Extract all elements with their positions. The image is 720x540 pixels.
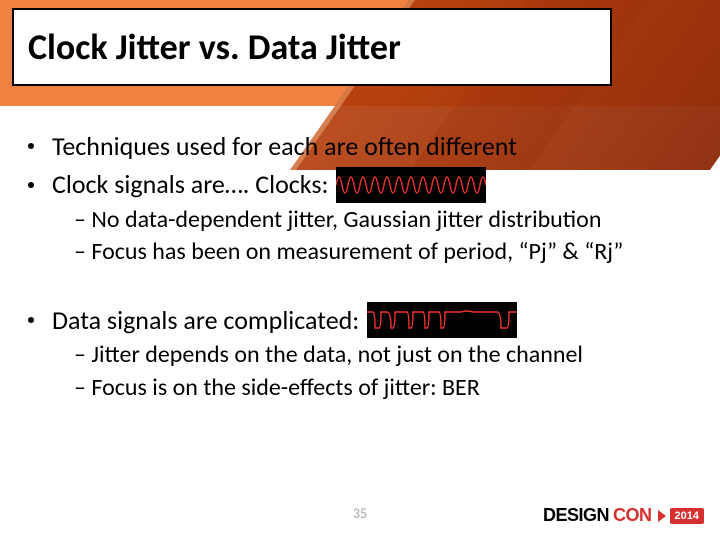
bullet-dot-icon xyxy=(28,317,34,323)
bullet-3: Data signals are complicated: xyxy=(14,302,706,338)
page-number: 35 xyxy=(353,505,367,522)
bullet-3-text: Data signals are complicated: xyxy=(52,304,359,337)
conference-logo: DESIGNCON 2014 xyxy=(543,505,704,526)
bullet-1-text: Techniques used for each are often diffe… xyxy=(52,130,517,163)
bullet-2-text: Clock signals are…. Clocks: xyxy=(52,168,328,201)
clock-waveform-image xyxy=(336,167,486,203)
bullet-dot-icon xyxy=(28,143,34,149)
logo-triangle-icon xyxy=(658,510,666,522)
bullet-3-sub-1: – Jitter depends on the data, not just o… xyxy=(74,340,706,371)
header-band: Clock Jitter vs. Data Jitter xyxy=(0,0,720,106)
bullet-1: Techniques used for each are often diffe… xyxy=(14,130,706,163)
logo-text-con: CON xyxy=(613,505,652,526)
data-waveform-image xyxy=(367,302,517,338)
title-box: Clock Jitter vs. Data Jitter xyxy=(12,8,612,86)
slide-content: Techniques used for each are often diffe… xyxy=(0,126,720,403)
slide-title: Clock Jitter vs. Data Jitter xyxy=(28,25,401,69)
logo-year-badge: 2014 xyxy=(670,508,704,524)
footer: 35 DESIGNCON 2014 xyxy=(0,492,720,532)
bullet-2-sub-2: – Focus has been on measurement of perio… xyxy=(74,237,706,268)
bullet-2-sub-1: – No data-dependent jitter, Gaussian jit… xyxy=(74,205,706,236)
bullet-2: Clock signals are…. Clocks: xyxy=(14,167,706,203)
bullet-3-sub-2: – Focus is on the side-effects of jitter… xyxy=(74,373,706,404)
bullet-dot-icon xyxy=(28,182,34,188)
logo-text-design: DESIGN xyxy=(543,505,609,526)
